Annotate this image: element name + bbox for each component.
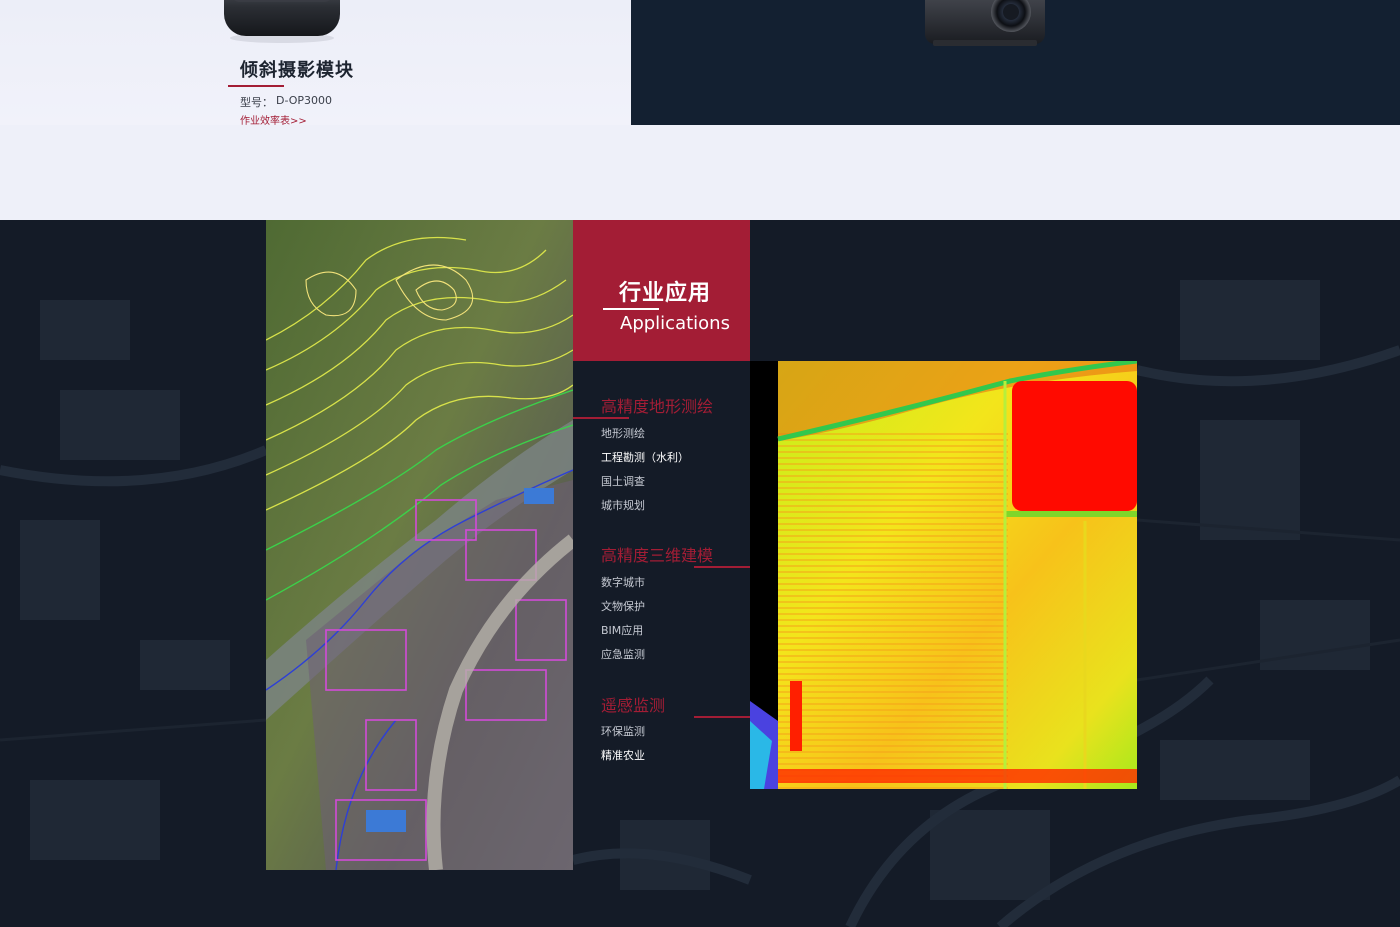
oblique-camera-image bbox=[224, 0, 340, 43]
efficiency-table-link[interactable]: 作业效率表>> bbox=[240, 112, 307, 127]
product-card-dark bbox=[631, 0, 1400, 125]
product-model-label: 型号： bbox=[240, 96, 273, 109]
category-item-precision-agriculture[interactable]: 精准农业 bbox=[601, 747, 645, 763]
category-item-digital-city[interactable]: 数字城市 bbox=[601, 574, 645, 590]
product-title: 倾斜摄影模块 bbox=[240, 60, 354, 81]
topographic-survey-map-image bbox=[266, 220, 573, 870]
category-topographic-mapping[interactable]: 高精度地形测绘 bbox=[601, 393, 713, 417]
camera-lens-image bbox=[925, 0, 1045, 46]
product-title-underline bbox=[228, 85, 284, 87]
category-remote-sensing[interactable]: 遥感监测 bbox=[601, 692, 665, 716]
applications-heading-en: Applications bbox=[620, 313, 730, 334]
category-item-bim[interactable]: BIM应用 bbox=[601, 622, 643, 638]
category-item-land-survey[interactable]: 国土调查 bbox=[601, 473, 645, 489]
applications-heading: 行业应用 Applications bbox=[573, 220, 750, 361]
category-item-terrain-mapping[interactable]: 地形测绘 bbox=[601, 425, 645, 441]
category-item-urban-planning[interactable]: 城市规划 bbox=[601, 497, 645, 513]
product-model-value: D-OP3000 bbox=[276, 94, 333, 107]
category-rule bbox=[694, 566, 750, 568]
category-rule bbox=[694, 716, 750, 718]
applications-heading-cn: 行业应用 bbox=[619, 281, 712, 306]
category-3d-modeling[interactable]: 高精度三维建模 bbox=[601, 542, 713, 566]
product-strip: 倾斜摄影模块 型号： D-OP3000 作业效率表>> bbox=[0, 0, 1400, 220]
category-rule bbox=[573, 417, 629, 419]
category-item-engineering-survey[interactable]: 工程勘测（水利） bbox=[601, 449, 689, 465]
applications-heading-divider bbox=[603, 308, 659, 310]
product-card-oblique: 倾斜摄影模块 型号： D-OP3000 作业效率表>> bbox=[0, 0, 631, 127]
category-item-emergency-monitoring[interactable]: 应急监测 bbox=[601, 646, 645, 662]
category-item-environmental-monitoring[interactable]: 环保监测 bbox=[601, 723, 645, 739]
category-item-heritage-protection[interactable]: 文物保护 bbox=[601, 598, 645, 614]
remote-sensing-map-image bbox=[750, 361, 1137, 789]
applications-section: 行业应用 Applications 高精度地形测绘 地形测绘 工程勘测（水利） … bbox=[0, 220, 1400, 927]
